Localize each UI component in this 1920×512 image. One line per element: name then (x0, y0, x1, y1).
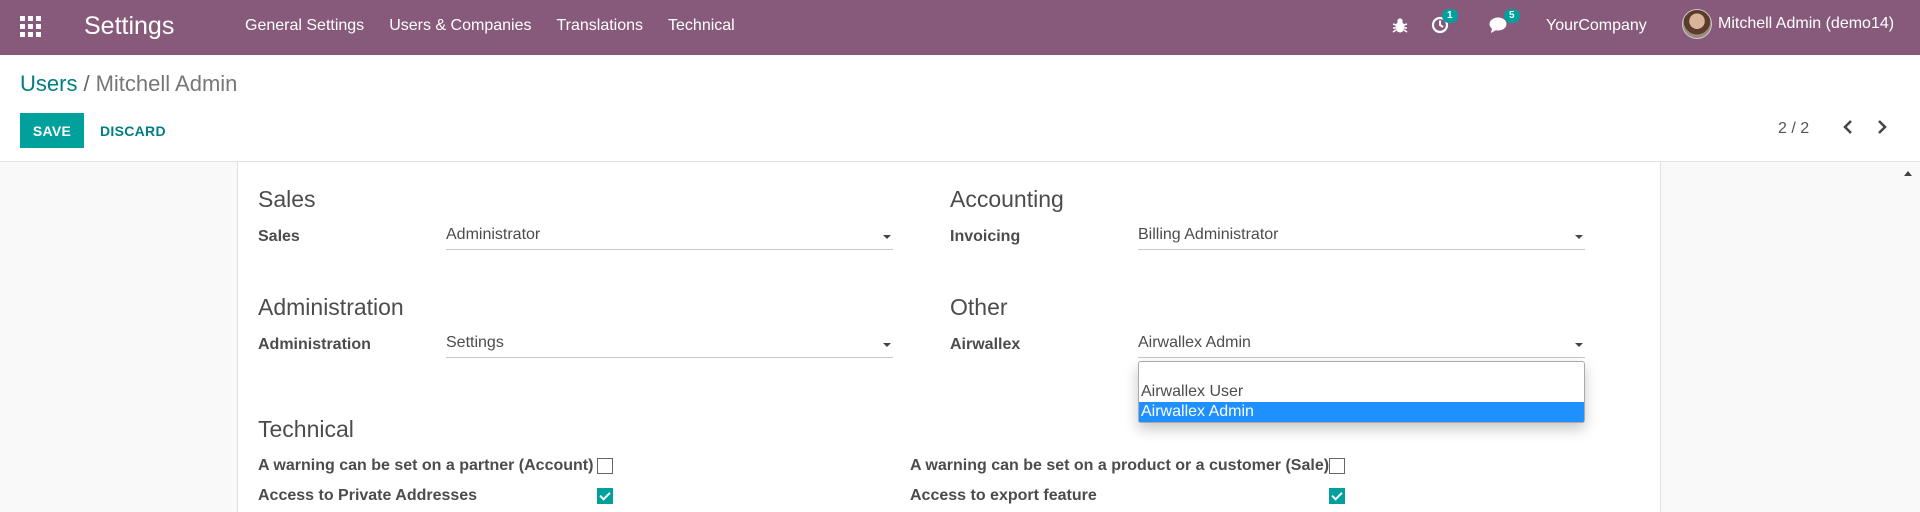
menu-item-general-settings[interactable]: General Settings (245, 17, 364, 35)
administration-select-value: Settings (446, 334, 504, 351)
pager-value[interactable]: 2 / 2 (1778, 120, 1809, 138)
menu-item-technical[interactable]: Technical (668, 17, 735, 35)
dropdown-option-airwallex-admin[interactable]: Airwallex Admin (1139, 402, 1584, 422)
field-label-airwallex: Airwallex (950, 336, 1021, 353)
airwallex-select[interactable]: Airwallex Admin (1138, 332, 1585, 358)
export-feature-checkbox[interactable] (1329, 488, 1345, 504)
breadcrumb-separator: / (83, 71, 90, 96)
user-menu[interactable]: Mitchell Admin (demo14) (1682, 9, 1894, 39)
apps-menu-icon[interactable] (20, 16, 42, 37)
dropdown-option-airwallex-user[interactable]: Airwallex User (1139, 382, 1584, 402)
dropdown-option-empty[interactable] (1139, 364, 1584, 384)
main-menu: General Settings Users & Companies Trans… (245, 17, 760, 35)
save-button[interactable]: SAVE (20, 113, 84, 148)
warning-partner-checkbox[interactable] (597, 458, 613, 474)
messages-count-badge: 5 (1504, 9, 1520, 23)
app-title[interactable]: Settings (84, 12, 174, 41)
field-label-administration: Administration (258, 336, 371, 353)
group-title-other: Other (950, 294, 1008, 320)
administration-select[interactable]: Settings (446, 332, 893, 358)
field-label-invoicing: Invoicing (950, 228, 1021, 245)
group-title-accounting: Accounting (950, 186, 1064, 212)
avatar (1682, 9, 1712, 39)
field-label-sales: Sales (258, 228, 300, 245)
scroll-up-arrow-icon[interactable] (1904, 171, 1912, 176)
debug-bug-icon[interactable] (1390, 16, 1410, 41)
field-label-private-addresses: Access to Private Addresses (258, 487, 478, 504)
sales-select[interactable]: Administrator (446, 224, 893, 250)
caret-down-icon (1575, 235, 1583, 239)
breadcrumb-current: Mitchell Admin (95, 71, 238, 96)
pager-previous-chevron-icon[interactable] (1838, 117, 1858, 137)
control-panel: Users / Mitchell Admin SAVE DISCARD 2 / 2 (0, 55, 1920, 162)
activity-count-badge: 1 (1442, 9, 1458, 23)
group-title-administration: Administration (258, 294, 404, 320)
menu-item-translations[interactable]: Translations (556, 17, 643, 35)
warning-product-checkbox[interactable] (1329, 458, 1345, 474)
group-title-sales: Sales (258, 186, 316, 212)
breadcrumb-users-link[interactable]: Users (20, 71, 77, 96)
field-label-export-feature: Access to export feature (910, 487, 1097, 504)
menu-item-users-companies[interactable]: Users & Companies (389, 17, 531, 35)
top-navbar: Settings General Settings Users & Compan… (0, 0, 1920, 55)
field-label-warning-partner: A warning can be set on a partner (Accou… (258, 457, 594, 474)
company-switcher[interactable]: YourCompany (1546, 17, 1647, 35)
messages-chat-icon[interactable]: 5 (1488, 9, 1520, 40)
caret-down-icon (1575, 343, 1583, 347)
airwallex-options-dropdown: Airwallex User Airwallex Admin (1138, 361, 1585, 423)
caret-down-icon (883, 343, 891, 347)
breadcrumb: Users / Mitchell Admin (20, 71, 237, 97)
discard-button[interactable]: DISCARD (100, 113, 166, 148)
airwallex-select-value: Airwallex Admin (1138, 334, 1251, 351)
caret-down-icon (883, 235, 891, 239)
group-title-technical: Technical (258, 416, 354, 442)
invoicing-select[interactable]: Billing Administrator (1138, 224, 1585, 250)
sales-select-value: Administrator (446, 226, 541, 243)
activity-clock-icon[interactable]: 1 (1430, 9, 1458, 40)
field-label-warning-product: A warning can be set on a product or a c… (910, 457, 1330, 474)
user-name: Mitchell Admin (demo14) (1718, 15, 1895, 32)
private-addresses-checkbox[interactable] (597, 488, 613, 504)
pager-next-chevron-icon[interactable] (1872, 117, 1892, 137)
invoicing-select-value: Billing Administrator (1138, 226, 1279, 243)
